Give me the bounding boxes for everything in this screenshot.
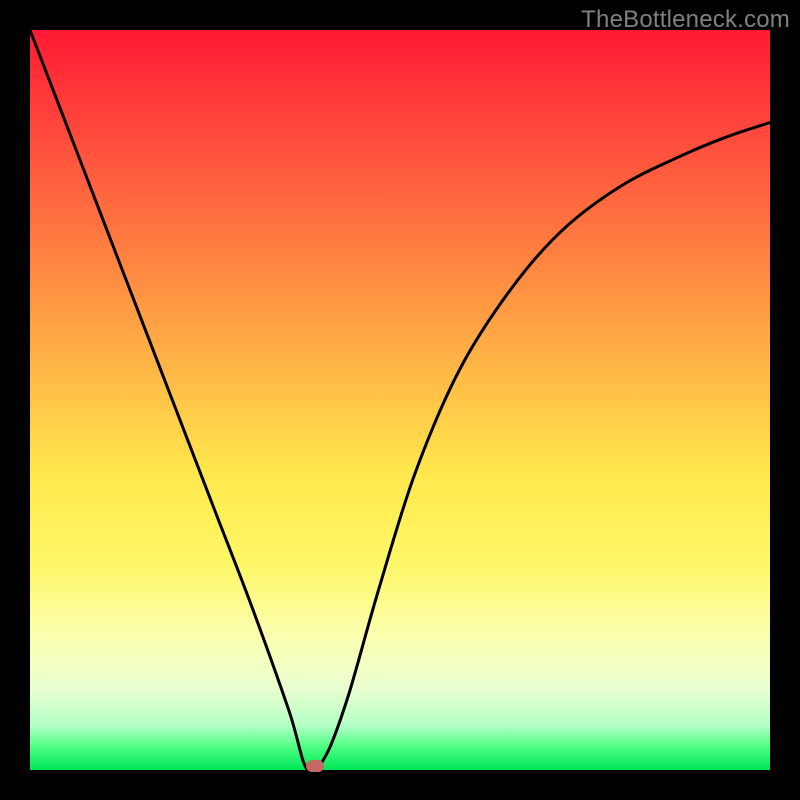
chart-frame: TheBottleneck.com (0, 0, 800, 800)
minimum-marker (306, 760, 324, 772)
curve-svg (30, 30, 770, 770)
plot-area (30, 30, 770, 770)
bottleneck-curve (30, 30, 770, 773)
